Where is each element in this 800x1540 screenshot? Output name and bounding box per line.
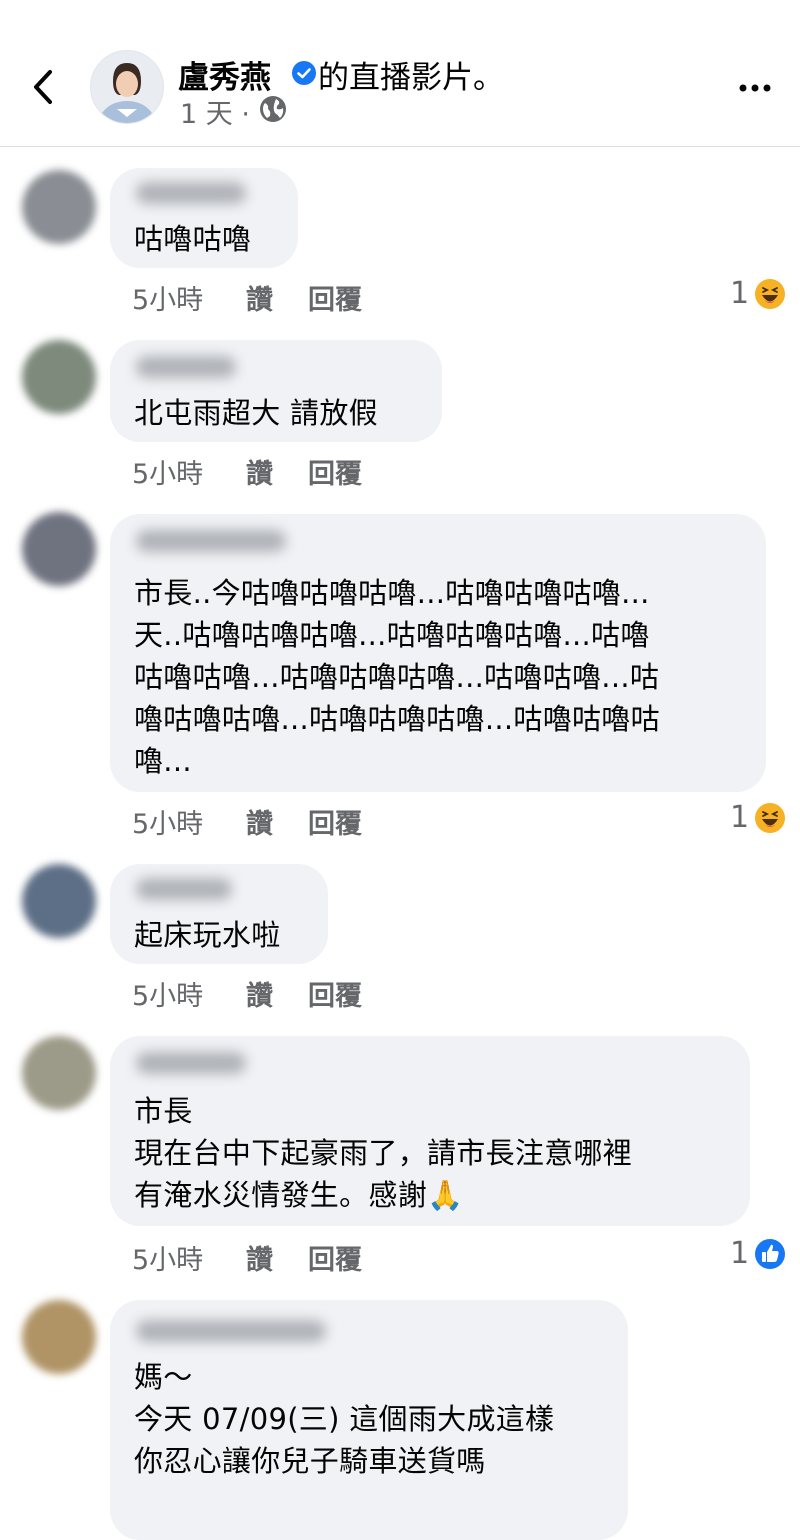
comment-text: 媽～ 今天 07/09(三) 這個雨大成這樣 你忍心讓你兒子騎車送貨嗎 bbox=[134, 1360, 555, 1478]
reply-button[interactable]: 回覆 bbox=[308, 802, 362, 841]
reply-button[interactable]: 回覆 bbox=[308, 974, 362, 1013]
like-button[interactable]: 讚 bbox=[246, 802, 273, 841]
comment-time[interactable]: 5小時 bbox=[132, 802, 203, 841]
reaction-count[interactable]: 1 bbox=[730, 1236, 749, 1271]
commenter-avatar[interactable] bbox=[22, 512, 96, 586]
more-horizontal-icon bbox=[739, 84, 771, 92]
comment-time[interactable]: 5小時 bbox=[132, 974, 203, 1013]
reaction-count[interactable]: 1 bbox=[730, 276, 749, 311]
like-button[interactable]: 讚 bbox=[246, 278, 273, 317]
comment-text: 咕嚕咕嚕 bbox=[134, 222, 252, 256]
comment-time[interactable]: 5小時 bbox=[132, 452, 203, 491]
commenter-avatar[interactable] bbox=[22, 170, 96, 244]
reaction-count[interactable]: 1 bbox=[730, 800, 749, 835]
comment-bubble: 起床玩水啦 bbox=[110, 864, 328, 964]
comment-bubble: 市長 現在台中下起豪雨了，請市長注意哪裡 有淹水災情發生。感謝🙏 bbox=[110, 1036, 750, 1226]
post-timestamp[interactable]: 1 天 · bbox=[180, 92, 250, 131]
comment-text: 北屯雨超大 請放假 bbox=[134, 396, 378, 430]
commenter-avatar[interactable] bbox=[22, 1300, 96, 1374]
post-header: 盧秀燕 的直播影片。 1 天 · bbox=[0, 0, 800, 147]
back-button[interactable] bbox=[26, 62, 60, 112]
more-options-button[interactable] bbox=[738, 80, 772, 94]
commenter-name-redacted[interactable] bbox=[136, 182, 246, 204]
comment-text: 市長 現在台中下起豪雨了，請市長注意哪裡 有淹水災情發生。感謝🙏 bbox=[134, 1094, 633, 1212]
comment-text: 起床玩水啦 bbox=[134, 918, 281, 952]
like-icon bbox=[755, 1239, 785, 1269]
post-title-suffix: 的直播影片。 bbox=[318, 60, 504, 96]
reply-button[interactable]: 回覆 bbox=[308, 278, 362, 317]
globe-icon bbox=[258, 94, 288, 124]
commenter-name-redacted[interactable] bbox=[136, 1052, 246, 1074]
commenter-name-redacted[interactable] bbox=[136, 356, 236, 378]
author-avatar[interactable] bbox=[90, 50, 164, 124]
haha-icon bbox=[755, 279, 785, 309]
comment-time[interactable]: 5小時 bbox=[132, 278, 203, 317]
commenter-name-redacted[interactable] bbox=[136, 878, 232, 900]
commenter-avatar[interactable] bbox=[22, 340, 96, 414]
commenter-avatar[interactable] bbox=[22, 1036, 96, 1110]
haha-icon bbox=[755, 803, 785, 833]
comment-bubble: 市長..今咕嚕咕嚕咕嚕...咕嚕咕嚕咕嚕... 天..咕嚕咕嚕咕嚕...咕嚕咕嚕… bbox=[110, 514, 766, 792]
like-button[interactable]: 讚 bbox=[246, 1238, 273, 1277]
like-button[interactable]: 讚 bbox=[246, 974, 273, 1013]
commenter-avatar[interactable] bbox=[22, 864, 96, 938]
comment-time[interactable]: 5小時 bbox=[132, 1238, 203, 1277]
comment-bubble: 媽～ 今天 07/09(三) 這個雨大成這樣 你忍心讓你兒子騎車送貨嗎 bbox=[110, 1300, 628, 1540]
comment-bubble: 北屯雨超大 請放假 bbox=[110, 340, 442, 442]
post-author-name[interactable]: 盧秀燕 bbox=[178, 52, 271, 97]
reply-button[interactable]: 回覆 bbox=[308, 452, 362, 491]
comment-text: 市長..今咕嚕咕嚕咕嚕...咕嚕咕嚕咕嚕... 天..咕嚕咕嚕咕嚕...咕嚕咕嚕… bbox=[134, 576, 660, 778]
verified-badge-icon bbox=[291, 60, 317, 86]
comment-bubble: 咕嚕咕嚕 bbox=[110, 168, 298, 268]
commenter-name-redacted[interactable] bbox=[136, 1320, 326, 1342]
reply-button[interactable]: 回覆 bbox=[308, 1238, 362, 1277]
chevron-left-icon bbox=[34, 70, 52, 104]
commenter-name-redacted[interactable] bbox=[136, 530, 286, 552]
like-button[interactable]: 讚 bbox=[246, 452, 273, 491]
